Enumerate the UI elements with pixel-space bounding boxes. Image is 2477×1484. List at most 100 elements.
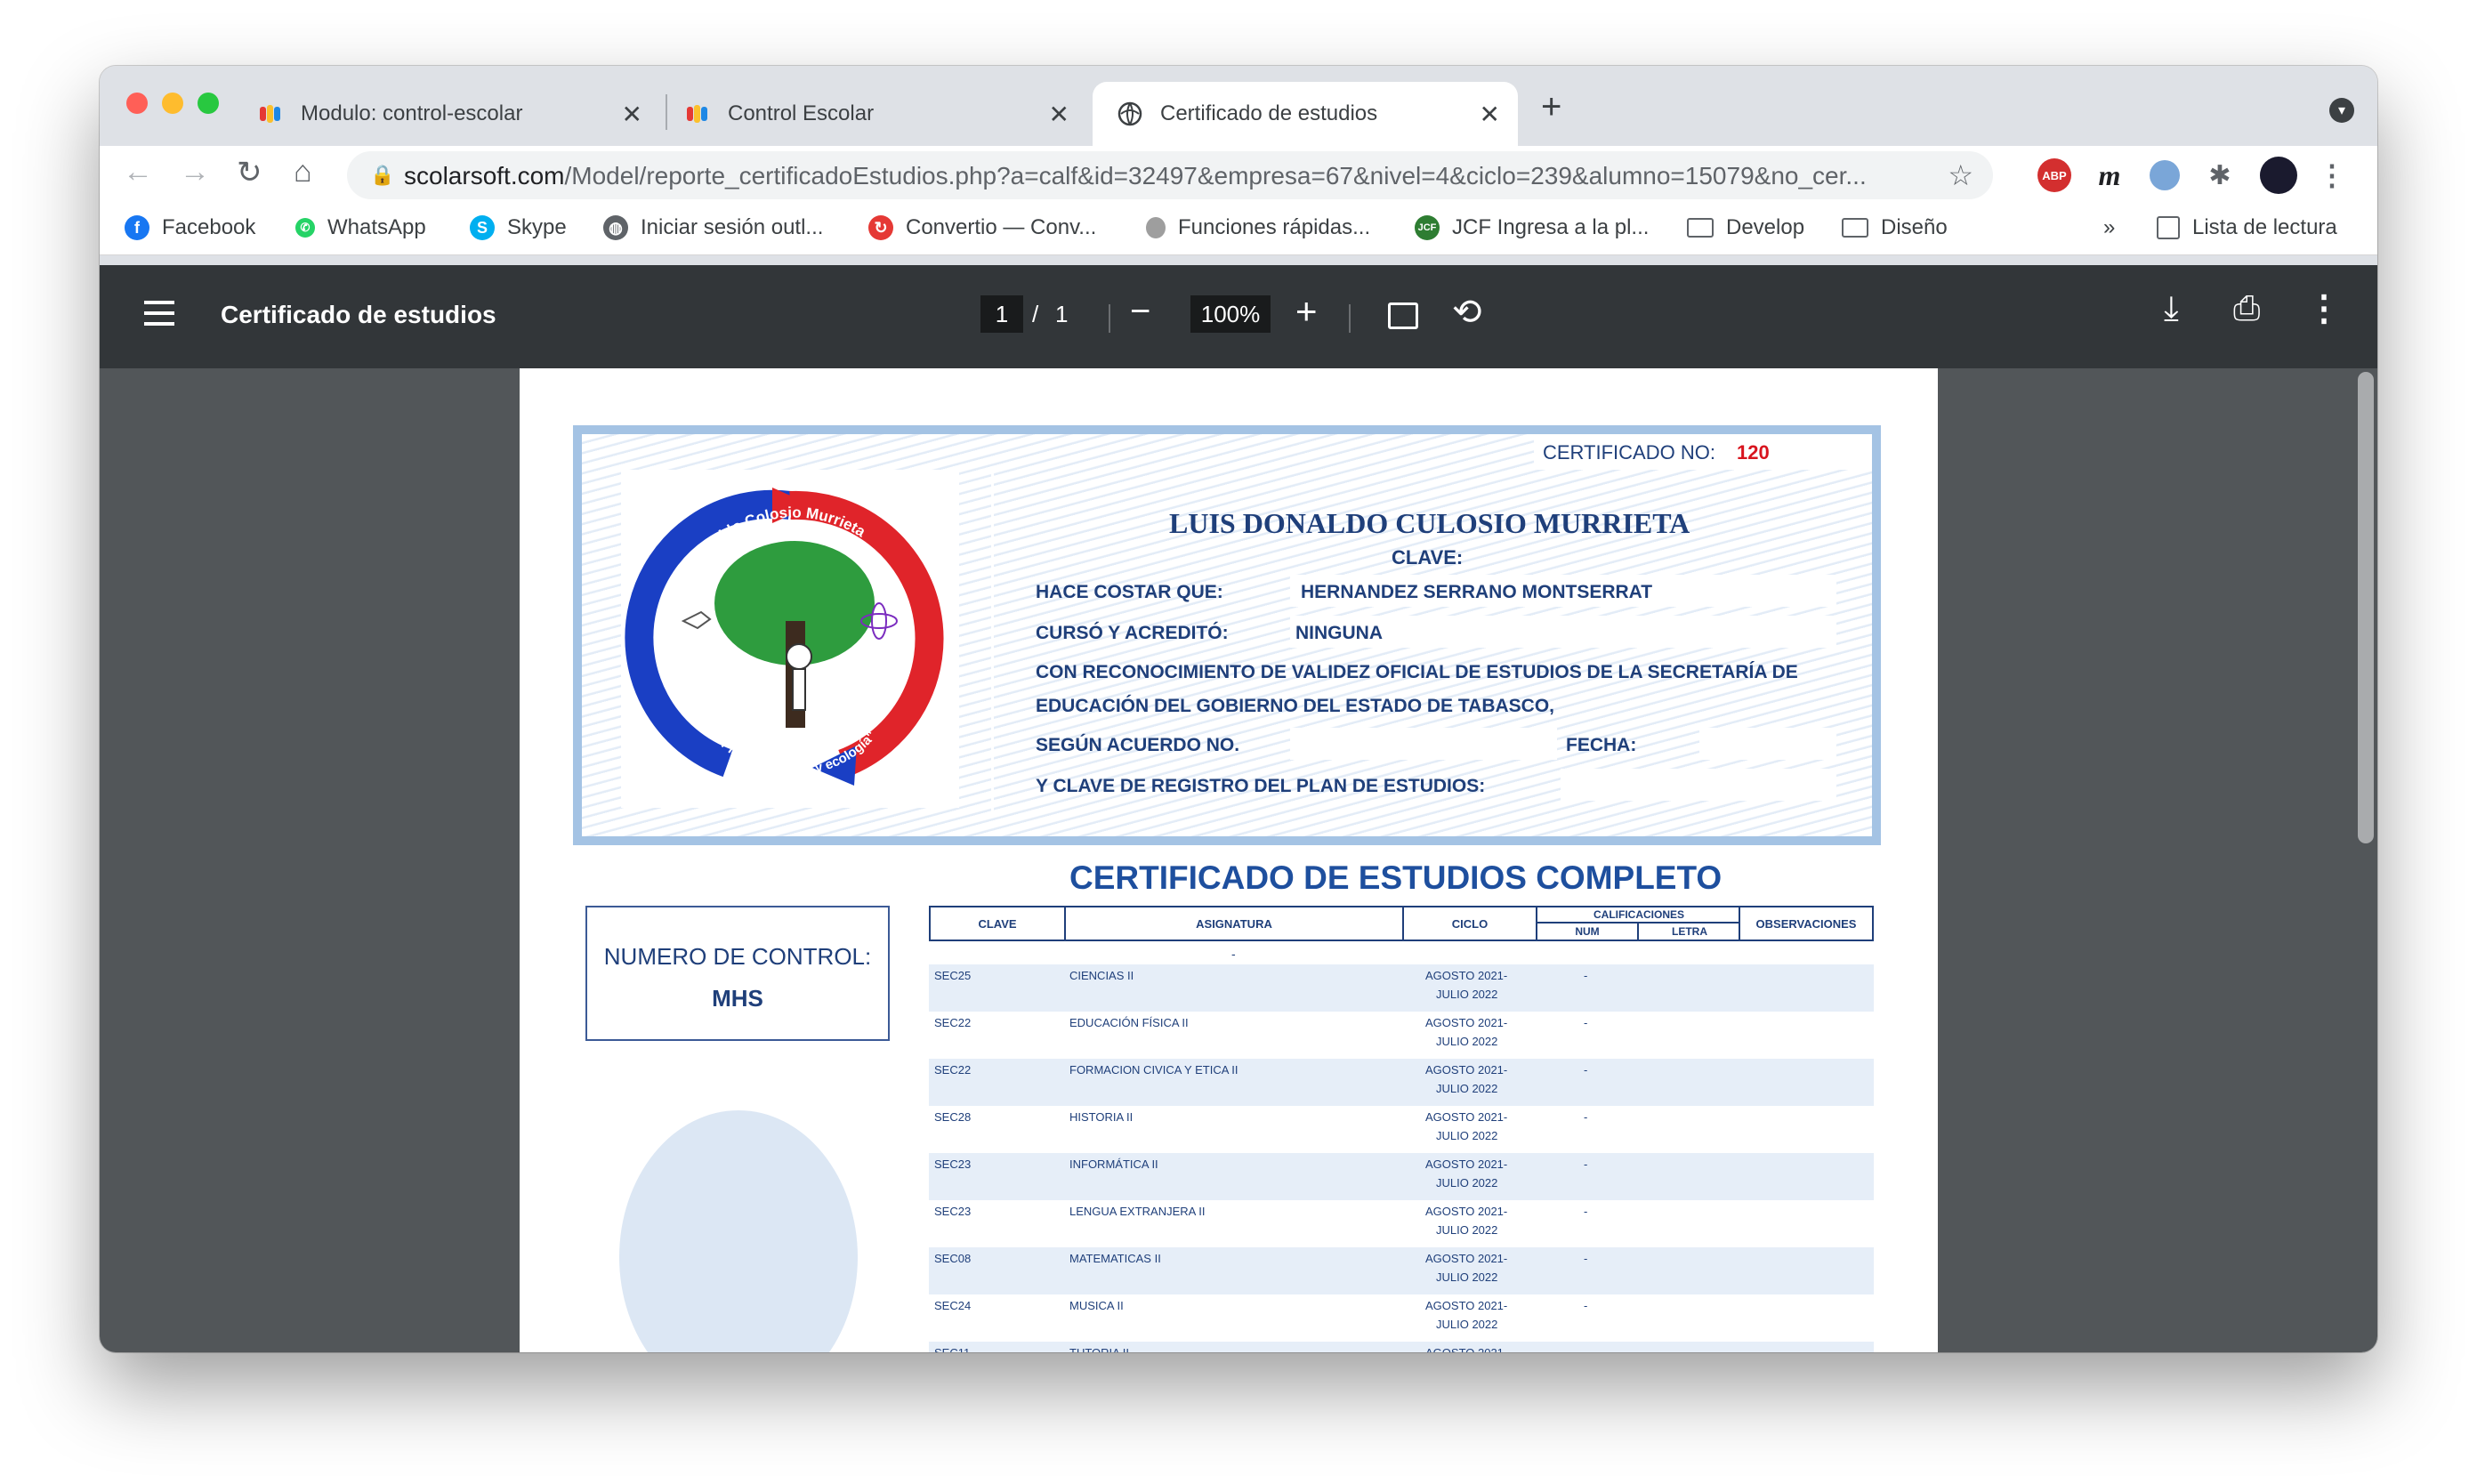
cell-ciclo-2: JULIO 2022 (1436, 988, 1498, 1001)
cell-clave: SEC28 (934, 1110, 972, 1124)
page-total: 1 (1055, 301, 1069, 327)
close-window-button[interactable] (126, 93, 148, 114)
cell-ciclo-1: AGOSTO 2021- (1425, 1252, 1508, 1265)
bookmark-skype[interactable]: S Skype (470, 215, 567, 240)
browser-menu-icon[interactable]: ⋮ (2318, 158, 2346, 192)
school-logo-graphic: Colegio Luis Donaldo Colosio Murrieta "P… (625, 488, 944, 786)
school-logo: Colegio Luis Donaldo Colosio Murrieta "P… (621, 470, 959, 808)
bookmark-diseno-folder[interactable]: Diseño (1842, 215, 1948, 240)
page-separator: / (1032, 301, 1039, 327)
print-icon[interactable]: ⎙ (2233, 290, 2260, 328)
pdf-menu-icon[interactable] (144, 301, 174, 333)
maximize-window-button[interactable] (198, 93, 219, 114)
back-button[interactable]: ← (123, 155, 153, 190)
curso-label: CURSÓ Y ACREDITÓ: (1036, 623, 1229, 643)
bookmark-label: Funciones rápidas... (1178, 215, 1371, 239)
cell-asignatura: MUSICA II (1069, 1299, 1124, 1312)
forward-button[interactable]: → (180, 155, 210, 190)
minimize-window-button[interactable] (162, 93, 183, 114)
adblock-extension-icon[interactable]: ABP (2037, 158, 2071, 192)
vertical-scrollbar[interactable] (2358, 372, 2374, 843)
tab-modulo-control-escolar[interactable]: Modulo: control-escolar ✕ (233, 82, 660, 146)
cell-clave: SEC11 (934, 1343, 970, 1352)
bookmark-jcf[interactable]: JCF JCF Ingresa a la pl... (1415, 215, 1649, 240)
address-bar[interactable]: 🔒 scolarsoft.com/Model/reporte_certifica… (347, 151, 1993, 199)
cell-asignatura: MATEMATICAS II (1069, 1252, 1161, 1265)
bookmark-label: Facebook (162, 215, 256, 239)
tab-certificado-de-estudios[interactable]: Certificado de estudios ✕ (1093, 82, 1518, 146)
zoom-level-input[interactable]: 100% (1190, 295, 1271, 333)
cell-num: - (1584, 1016, 1588, 1029)
apple-icon (1146, 217, 1166, 238)
tab-close-icon[interactable]: ✕ (1049, 100, 1069, 129)
globe-icon: ◍ (603, 215, 628, 240)
globe-icon (1117, 101, 1142, 126)
registro-value-box (1561, 769, 1836, 801)
profile-avatar[interactable] (2260, 157, 2297, 194)
reload-button[interactable]: ↻ (237, 155, 262, 190)
browser-window: Modulo: control-escolar ✕ Control Escola… (100, 66, 2377, 1352)
pdf-viewer-area[interactable]: CERTIFICADO NO: 120 Colegio Luis Donaldo… (100, 368, 2377, 1352)
fit-to-page-icon[interactable] (1388, 302, 1418, 329)
extension-circle-icon[interactable] (2150, 160, 2180, 190)
folder-icon (1842, 218, 1868, 238)
bookmark-outlook[interactable]: ◍ Iniciar sesión outl... (603, 215, 823, 240)
cell-ciclo-1: AGOSTO 2021- (1425, 1016, 1508, 1029)
browser-toolbar: ← → ↻ ⌂ 🔒 scolarsoft.com/Model/reporte_c… (100, 146, 2377, 205)
bookmark-funciones[interactable]: Funciones rápidas... (1146, 215, 1370, 240)
tab-close-icon[interactable]: ✕ (622, 100, 642, 129)
more-options-icon[interactable]: ⋮ (2306, 288, 2342, 329)
whatsapp-icon: ✆ (295, 218, 315, 238)
cell-ciclo-2: JULIO 2022 (1436, 1082, 1498, 1095)
table-row: SEC11 TUTORIA II AGOSTO 2021- (929, 1342, 1874, 1352)
url-text[interactable]: scolarsoft.com/Model/reporte_certificado… (404, 162, 1952, 190)
lock-icon[interactable]: 🔒 (370, 164, 394, 187)
cell-asignatura: EDUCACIÓN FÍSICA II (1069, 1016, 1189, 1029)
header-observaciones: OBSERVACIONES (1755, 916, 1857, 931)
control-number-box: NUMERO DE CONTROL: MHS (585, 906, 890, 1041)
rotate-icon[interactable]: ⟲ (1452, 292, 1482, 333)
cell-ciclo-1: AGOSTO 2021- (1425, 1110, 1508, 1124)
cell-clave: SEC25 (934, 969, 972, 982)
certificate-number-label: CERTIFICADO NO: (1543, 441, 1715, 464)
fecha-label: FECHA: (1566, 735, 1637, 755)
hace-constar-label: HACE COSTAR QUE: (1036, 582, 1223, 602)
tab-close-icon[interactable]: ✕ (1480, 100, 1500, 129)
bookmarks-overflow-button[interactable]: » (2103, 215, 2115, 240)
registro-label: Y CLAVE DE REGISTRO DEL PLAN DE ESTUDIOS… (1036, 776, 1486, 796)
folder-icon (1687, 218, 1714, 238)
bookmark-facebook[interactable]: f Facebook (125, 215, 255, 240)
reconocimiento-line-1: CON RECONOCIMIENTO DE VALIDEZ OFICIAL DE… (1036, 662, 1798, 682)
bookmark-whatsapp[interactable]: ✆ WhatsApp (295, 215, 426, 240)
home-button[interactable]: ⌂ (294, 155, 312, 190)
tab-search-button[interactable]: ▾ (2329, 98, 2354, 123)
reconocimiento-line-2: EDUCACIÓN DEL GOBIERNO DEL ESTADO DE TAB… (1036, 696, 1554, 716)
facebook-icon: f (125, 215, 149, 240)
pdf-page: CERTIFICADO NO: 120 Colegio Luis Donaldo… (520, 368, 1938, 1352)
new-tab-button[interactable]: + (1541, 87, 1561, 127)
page-number-input[interactable]: 1 (980, 295, 1023, 333)
acuerdo-value-box (1290, 728, 1557, 760)
reading-list-button[interactable]: Lista de lectura (2157, 215, 2337, 240)
cell-num: - (1584, 1157, 1588, 1171)
bookmark-label: Iniciar sesión outl... (641, 215, 824, 239)
zoom-out-button[interactable]: − (1130, 292, 1150, 332)
bookmark-develop-folder[interactable]: Develop (1687, 215, 1804, 240)
reading-list-label: Lista de lectura (2192, 215, 2337, 239)
bookmark-label: WhatsApp (327, 215, 426, 239)
bookmark-label: Convertio — Conv... (906, 215, 1097, 239)
tab-strip: Modulo: control-escolar ✕ Control Escola… (100, 66, 2377, 146)
extensions-puzzle-icon[interactable]: ✱ (2203, 158, 2237, 192)
convertio-icon: ↻ (868, 215, 893, 240)
grades-table-header: CLAVE ASIGNATURA CICLO CALIFICACIONES NU… (929, 906, 1874, 941)
cell-num: - (1584, 1110, 1588, 1124)
bookmark-star-icon[interactable]: ☆ (1948, 158, 1973, 192)
tab-control-escolar[interactable]: Control Escolar ✕ (660, 82, 1087, 146)
bookmark-convertio[interactable]: ↻ Convertio — Conv... (868, 215, 1096, 240)
cell-asignatura: CIENCIAS II (1069, 969, 1134, 982)
cell-clave: SEC24 (934, 1299, 972, 1312)
m-extension-icon[interactable]: m (2093, 158, 2126, 192)
download-icon[interactable]: ⤓ (2164, 290, 2179, 328)
cell-ciclo-2: JULIO 2022 (1436, 1270, 1498, 1284)
zoom-in-button[interactable]: + (1295, 290, 1318, 333)
